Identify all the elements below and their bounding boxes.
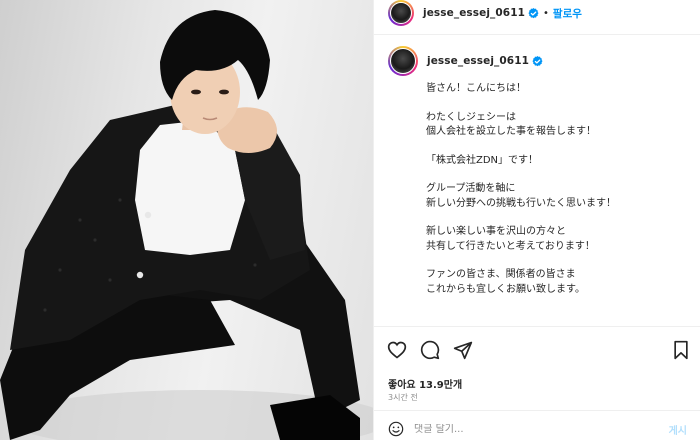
likes-count[interactable]: 좋아요 13.9만개 (388, 376, 462, 391)
caption-author: jesse_essej_0611 (388, 46, 543, 76)
post-timestamp[interactable]: 3시간 전 (388, 392, 418, 403)
verified-badge-icon (528, 7, 539, 18)
caption-line: グループ活動を軸に (426, 183, 516, 194)
caption-username[interactable]: jesse_essej_0611 (427, 55, 529, 67)
profile-avatar-icon[interactable] (388, 0, 414, 26)
header-separator: • (543, 7, 549, 19)
caption-line: 共有して行きたいと考えております！ (426, 240, 595, 252)
save-button[interactable] (669, 338, 693, 362)
caption-line: 新しい分野への挑戦も行いたく思います！ (426, 197, 616, 209)
caption-line: 個人会社を設立した事を報告します！ (426, 126, 596, 137)
post-actions (374, 338, 700, 362)
heart-icon (387, 341, 407, 359)
share-button[interactable] (451, 338, 475, 362)
post-comment-button[interactable]: 게시 (669, 422, 687, 437)
bookmark-icon (674, 340, 688, 360)
caption-line: ファンの皆さま、関係者の皆さま (426, 269, 576, 280)
header-divider (374, 34, 700, 35)
comment-bar: 게시 (374, 418, 700, 440)
caption-line: 皆さん！こんにちは！ (426, 83, 526, 94)
caption-line: これからも宜しくお願い致します。 (426, 283, 585, 295)
person-photo (0, 10, 373, 440)
paper-plane-icon (453, 341, 473, 360)
post-caption: 皆さん！こんにちは！ わたくしジェシーは 個人会社を設立した事を報告します！ 「… (426, 82, 686, 297)
comment-button[interactable] (418, 338, 442, 362)
smiley-icon (388, 421, 404, 437)
post-image[interactable] (0, 0, 373, 440)
emoji-button[interactable] (388, 421, 404, 437)
follow-button[interactable]: 팔로우 (553, 6, 582, 21)
post-header: jesse_essej_0611 • 팔로우 (374, 0, 700, 26)
comment-bubble-icon (420, 340, 440, 360)
header-username[interactable]: jesse_essej_0611 (423, 7, 525, 19)
verified-badge-icon (532, 55, 543, 66)
caption-avatar-icon[interactable] (388, 46, 418, 76)
post-panel: jesse_essej_0611 • 팔로우 jesse_essej_0611 … (373, 0, 700, 440)
caption-line: 「株式会社ZDN」です！ (426, 154, 539, 166)
comment-divider (374, 410, 700, 411)
actions-divider (374, 326, 700, 327)
caption-line: わたくしジェシーは (426, 111, 516, 123)
caption-line: 新しい楽しい事を沢山の方々と (426, 226, 566, 237)
comment-input[interactable] (414, 423, 634, 435)
like-button[interactable] (385, 338, 409, 362)
